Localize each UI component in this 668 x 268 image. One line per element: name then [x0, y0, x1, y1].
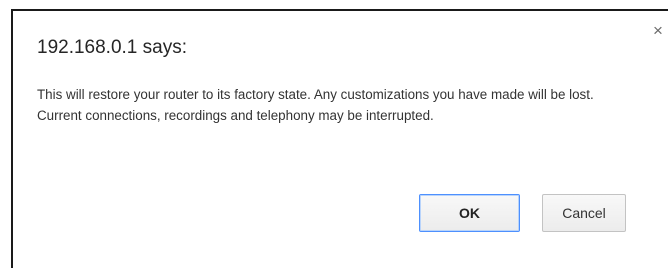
alert-dialog: 192.168.0.1 says: × This will restore yo…	[11, 9, 668, 268]
dialog-message: This will restore your router to its fac…	[37, 87, 594, 123]
ok-button[interactable]: OK	[419, 194, 520, 232]
cancel-button[interactable]: Cancel	[542, 194, 626, 232]
close-icon[interactable]: ×	[650, 22, 666, 39]
dialog-title: 192.168.0.1 says:	[37, 37, 187, 58]
